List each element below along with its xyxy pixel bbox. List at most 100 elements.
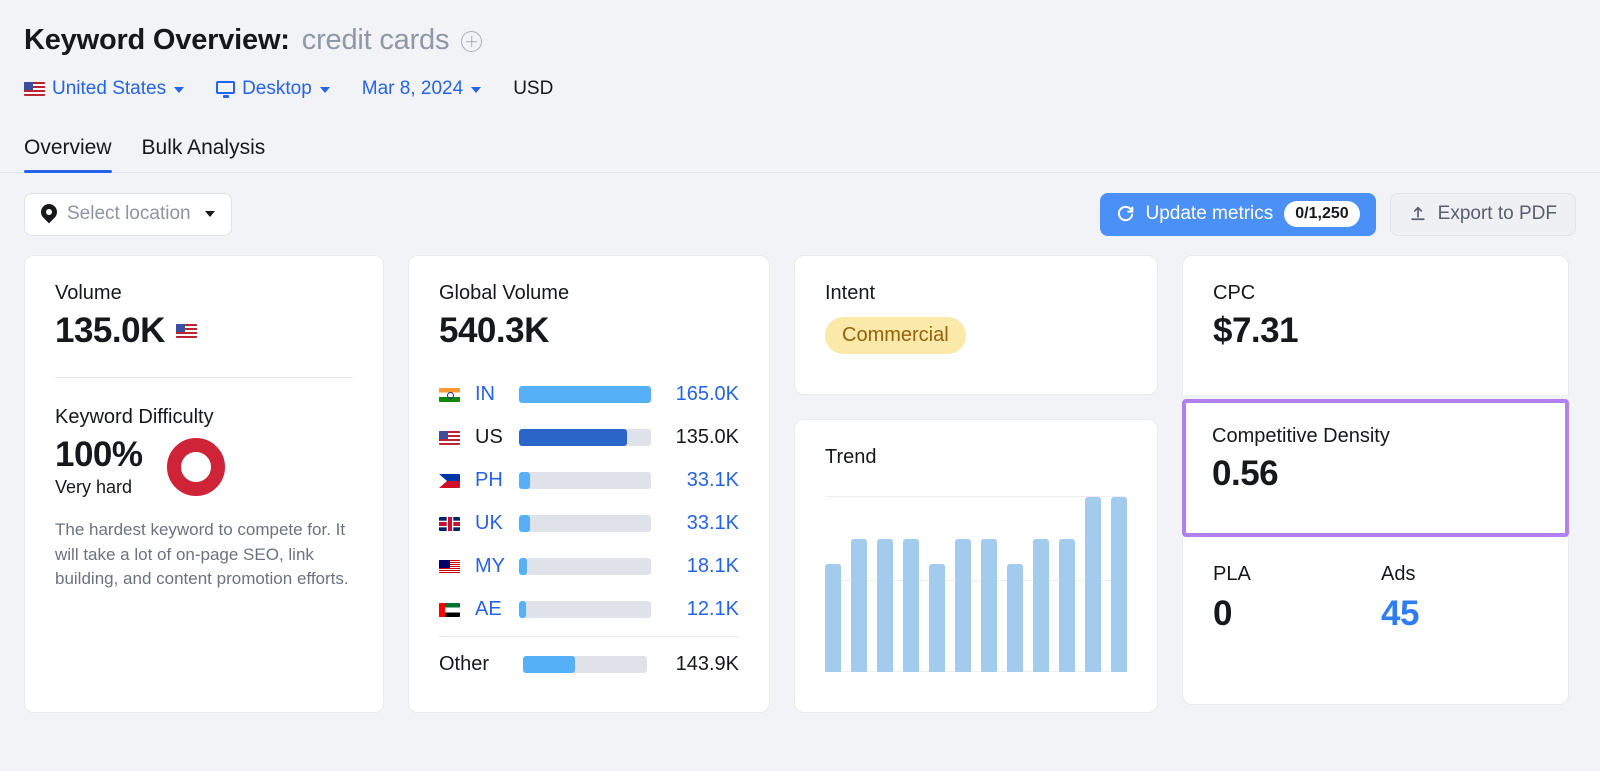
keyword-name: credit cards <box>301 23 450 56</box>
device-selector[interactable]: Desktop <box>216 78 330 100</box>
keyword-difficulty-text: 100% Very hard <box>55 435 143 498</box>
plus-circle-icon[interactable] <box>461 31 483 52</box>
competitive-density-label: Competitive Density <box>1212 425 1390 447</box>
trend-bar <box>1033 539 1049 672</box>
cpc-column: CPC $7.31 Competitive Density 0.56 PLA 0… <box>1182 255 1569 705</box>
tab-bar: Overview Bulk Analysis <box>0 126 1600 173</box>
country-label: United States <box>52 78 167 99</box>
trend-card: Trend <box>794 419 1158 713</box>
date-selector[interactable]: Mar 8, 2024 <box>361 78 482 100</box>
global-volume-card: Global Volume 540.3K IN 165.0K US 135.0K PH 3… <box>408 255 770 713</box>
intent-label: Intent <box>825 282 876 304</box>
keyword-difficulty-donut-icon <box>166 437 225 496</box>
competitive-density-card: Competitive Density 0.56 <box>1182 399 1569 537</box>
export-to-pdf-label: Export to PDF <box>1437 203 1557 224</box>
pla-ads-grid: PLA 0 Ads 45 <box>1213 563 1538 634</box>
country-volume-bar <box>519 601 651 618</box>
pla-ads-card: PLA 0 Ads 45 <box>1182 537 1569 705</box>
country-volume-bar <box>519 558 651 575</box>
volume-card: Volume 135.0K Keyword Difficulty 100% Ve… <box>24 255 384 713</box>
volume-label: Volume <box>55 282 122 304</box>
global-volume-row: US 135.0K <box>439 416 739 459</box>
trend-bar <box>981 539 997 672</box>
divider <box>439 636 739 637</box>
country-volume-bar <box>519 429 651 446</box>
meta-row: United States Desktop Mar 8, 2024 USD <box>24 74 1600 104</box>
country-code[interactable]: AE <box>475 598 509 621</box>
ads-value[interactable]: 45 <box>1381 594 1538 634</box>
trend-bar <box>1007 563 1023 672</box>
country-code[interactable]: IN <box>475 383 509 406</box>
country-code[interactable]: UK <box>475 512 509 535</box>
ph-flag-icon <box>439 473 460 488</box>
select-location-dropdown[interactable]: Select location <box>24 192 232 236</box>
country-volume-value[interactable]: 165.0K <box>661 383 739 406</box>
us-flag-icon <box>24 82 45 96</box>
trend-bar <box>903 539 919 672</box>
country-volume-value: 135.0K <box>675 426 739 448</box>
country-volume-value[interactable]: 18.1K <box>661 555 739 578</box>
page-header: Keyword Overview: credit cards United St… <box>0 0 1600 104</box>
select-location-label: Select location <box>67 203 191 224</box>
cpc-card: CPC $7.31 <box>1182 255 1569 395</box>
keyword-difficulty-value: 100% <box>55 435 143 474</box>
trend-bar <box>877 539 893 672</box>
export-to-pdf-button[interactable]: Export to PDF <box>1389 192 1576 236</box>
trend-bar <box>825 563 841 672</box>
country-volume-value[interactable]: 33.1K <box>661 469 739 492</box>
global-volume-row: IN 165.0K <box>439 373 739 416</box>
keyword-difficulty-label: Keyword Difficulty <box>55 406 214 428</box>
chevron-down-icon <box>319 87 330 93</box>
trend-chart <box>825 496 1127 672</box>
country-volume-bar <box>519 386 651 403</box>
volume-value-row: 135.0K <box>55 311 353 351</box>
page-title: Keyword Overview: <box>24 23 290 56</box>
global-volume-row: AE 12.1K <box>439 588 739 631</box>
intent-trend-column: Intent Commercial Trend <box>794 255 1158 713</box>
country-code: US <box>475 426 503 448</box>
country-volume-value[interactable]: 12.1K <box>661 598 739 621</box>
trend-bar <box>955 539 971 672</box>
global-volume-row: MY 18.1K <box>439 545 739 588</box>
intent-badge: Commercial <box>825 317 966 354</box>
competitive-density-value: 0.56 <box>1212 454 1279 493</box>
trend-bars <box>825 497 1127 672</box>
toolbar: Select location Update metrics 0/1,250 E… <box>0 173 1600 236</box>
update-metrics-label: Update metrics <box>1145 203 1274 224</box>
volume-value: 135.0K <box>55 311 165 350</box>
country-code[interactable]: PH <box>475 469 509 492</box>
update-metrics-button[interactable]: Update metrics 0/1,250 <box>1099 192 1376 236</box>
date-label: Mar 8, 2024 <box>361 78 464 99</box>
global-volume-other-row: Other 143.9K <box>439 641 739 687</box>
chevron-down-icon <box>204 211 215 217</box>
monitor-icon <box>216 80 236 98</box>
other-label: Other <box>439 652 490 675</box>
refresh-icon <box>1116 205 1135 224</box>
country-selector[interactable]: United States <box>24 78 185 100</box>
other-value: 143.9K <box>675 652 739 675</box>
ae-flag-icon <box>439 602 460 617</box>
keyword-difficulty-level: Very hard <box>55 477 133 497</box>
country-code[interactable]: MY <box>475 555 509 578</box>
divider <box>55 377 353 378</box>
pla-block: PLA 0 <box>1213 563 1381 634</box>
map-pin-icon <box>41 204 57 224</box>
pla-value: 0 <box>1213 594 1232 633</box>
trend-label: Trend <box>825 446 877 468</box>
toolbar-actions: Update metrics 0/1,250 Export to PDF <box>1099 192 1576 236</box>
trend-bar <box>1059 539 1075 672</box>
in-flag-icon <box>439 387 460 402</box>
device-label: Desktop <box>242 78 312 99</box>
update-metrics-badge: 0/1,250 <box>1284 200 1360 228</box>
ads-block: Ads 45 <box>1381 563 1538 634</box>
global-volume-rows: IN 165.0K US 135.0K PH 33.1K UK 33.1K MY 18.1K AE 1… <box>439 373 739 631</box>
global-volume-row: UK 33.1K <box>439 502 739 545</box>
metrics-grid: Volume 135.0K Keyword Difficulty 100% Ve… <box>0 235 1600 713</box>
country-volume-value[interactable]: 33.1K <box>661 512 739 535</box>
trend-bar <box>1111 497 1127 672</box>
tab-overview[interactable]: Overview <box>24 136 112 173</box>
tab-bulk-analysis[interactable]: Bulk Analysis <box>142 136 266 172</box>
title-row: Keyword Overview: credit cards <box>24 18 1600 62</box>
keyword-difficulty-description: The hardest keyword to compete for. It w… <box>55 520 349 589</box>
uk-flag-icon <box>439 516 460 531</box>
